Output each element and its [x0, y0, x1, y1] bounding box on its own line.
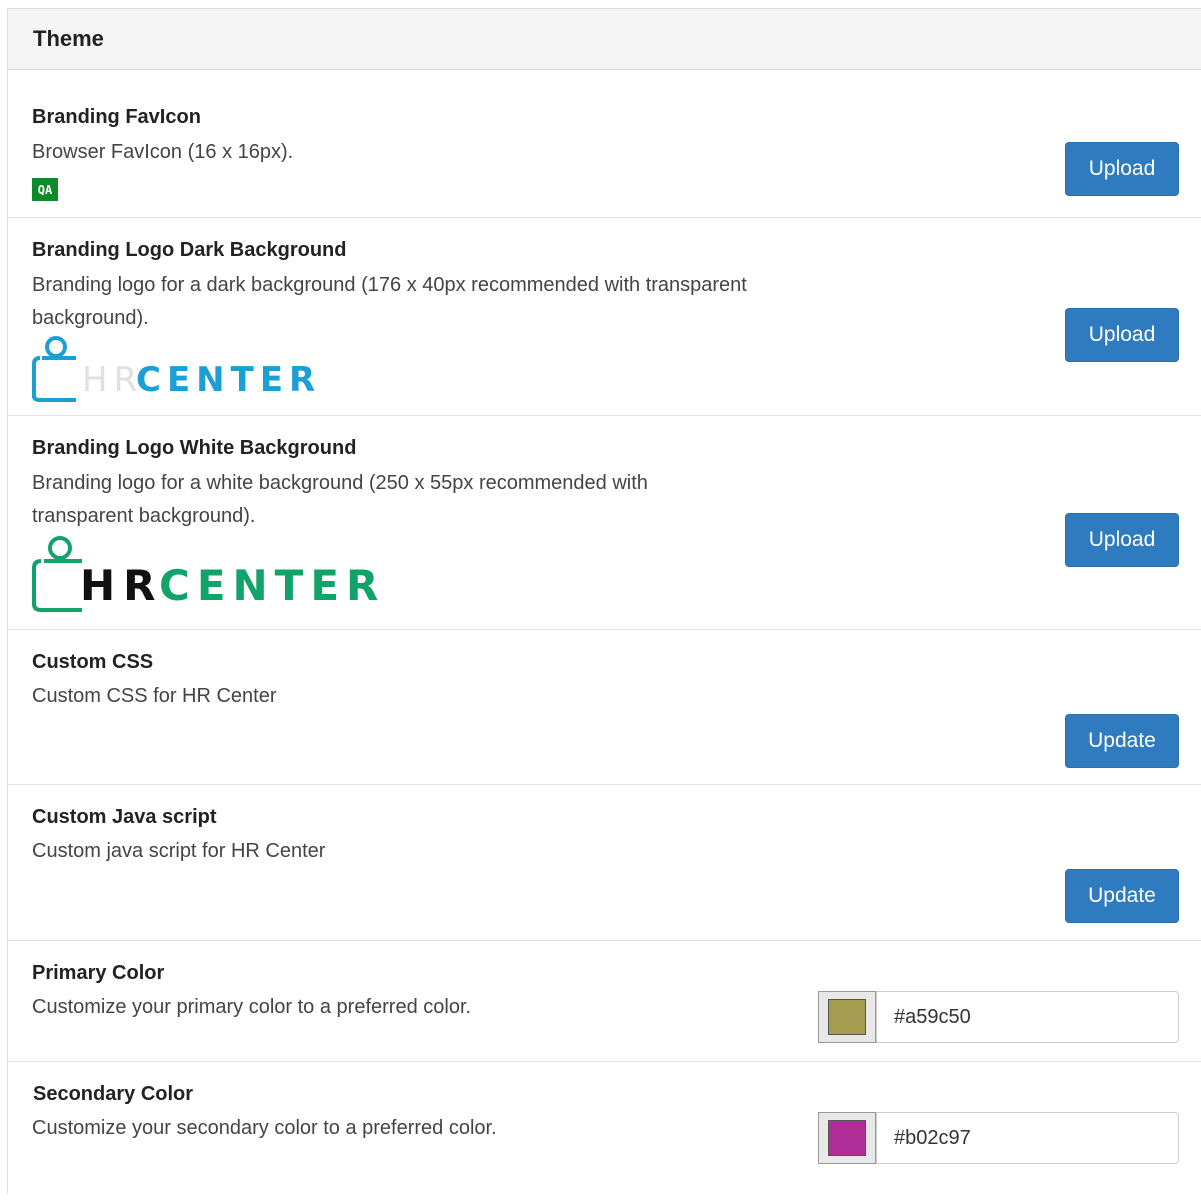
logo-white-center-text: CENTER — [159, 561, 385, 610]
primary-color-title: Primary Color — [32, 962, 165, 984]
secondary-color-row: Secondary Color Customize your secondary… — [8, 1062, 1201, 1202]
panel-title: Theme — [33, 26, 104, 51]
custom-css-title: Custom CSS — [32, 651, 154, 673]
qa-favicon-icon: QA — [32, 178, 58, 201]
primary-color-input[interactable] — [876, 991, 1179, 1043]
logo-dark-row: Branding Logo Dark Background Branding l… — [8, 218, 1201, 416]
logo-dark-graphic: HR CENTER — [32, 336, 321, 402]
custom-js-row: Custom Java script Custom java script fo… — [8, 785, 1201, 941]
theme-panel: Theme Branding FavIcon Browser FavIcon (… — [7, 8, 1201, 1194]
custom-js-update-button[interactable]: Update — [1065, 869, 1179, 923]
logo-dark-center-text: CENTER — [136, 360, 321, 400]
favicon-row: Branding FavIcon Browser FavIcon (16 x 1… — [8, 70, 1201, 218]
primary-color-picker — [818, 991, 1179, 1045]
primary-color-row: Primary Color Customize your primary col… — [8, 941, 1201, 1062]
favicon-description: Browser FavIcon (16 x 16px). — [32, 141, 294, 163]
logo-dark-title: Branding Logo Dark Background — [32, 239, 347, 261]
hr-center-logo-dark: HR CENTER — [32, 334, 332, 402]
logo-white-hr-text: HR — [80, 561, 164, 610]
logo-white-graphic: HR CENTER — [32, 536, 385, 612]
logo-white-description: Branding logo for a white background (25… — [32, 472, 648, 527]
secondary-color-picker — [818, 1112, 1179, 1166]
custom-js-title: Custom Java script — [32, 806, 217, 828]
logo-dark-description: Branding logo for a dark background (176… — [32, 274, 747, 329]
custom-css-update-button[interactable]: Update — [1065, 714, 1179, 768]
primary-color-swatch — [828, 999, 866, 1035]
secondary-color-swatch-button[interactable] — [818, 1112, 876, 1164]
custom-css-description: Custom CSS for HR Center — [32, 685, 277, 707]
secondary-color-swatch — [828, 1120, 866, 1156]
favicon-title: Branding FavIcon — [32, 106, 201, 128]
logo-dark-upload-button[interactable]: Upload — [1065, 308, 1179, 362]
secondary-color-title: Secondary Color — [33, 1083, 194, 1105]
secondary-color-description: Customize your secondary color to a pref… — [32, 1117, 497, 1139]
logo-dark-hr-text: HR — [82, 360, 143, 400]
primary-color-swatch-button[interactable] — [818, 991, 876, 1043]
custom-css-row: Custom CSS Custom CSS for HR Center Upda… — [8, 630, 1201, 785]
primary-color-description: Customize your primary color to a prefer… — [32, 996, 472, 1018]
favicon-upload-button[interactable]: Upload — [1065, 142, 1179, 196]
custom-js-description: Custom java script for HR Center — [32, 840, 326, 862]
logo-white-upload-button[interactable]: Upload — [1065, 513, 1179, 567]
logo-white-row: Branding Logo White Background Branding … — [8, 416, 1201, 630]
hr-center-logo-white: HR CENTER — [32, 534, 402, 612]
panel-heading: Theme — [8, 9, 1201, 70]
secondary-color-input[interactable] — [876, 1112, 1179, 1164]
logo-white-title: Branding Logo White Background — [32, 437, 357, 459]
